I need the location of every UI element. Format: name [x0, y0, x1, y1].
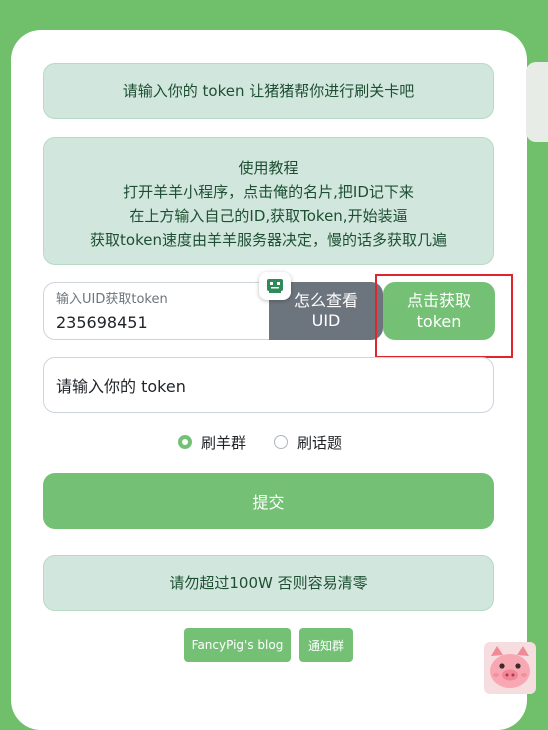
- tutorial-step-3: 获取token速度由羊羊服务器决定，慢的话多获取几遍: [90, 231, 447, 249]
- notify-group-button[interactable]: 通知群: [299, 628, 353, 662]
- token-input[interactable]: 请输入你的 token: [43, 357, 494, 413]
- robot-icon[interactable]: [259, 272, 291, 300]
- side-decoration: [526, 62, 548, 142]
- radio-topic[interactable]: [274, 435, 289, 449]
- uid-input-group: 输入UID获取token 235698451 怎么查看 UID: [43, 282, 383, 340]
- token-input-placeholder: 请输入你的 token: [56, 377, 186, 396]
- top-notice: 请输入你的 token 让猪猪帮你进行刷关卡吧: [43, 63, 494, 119]
- mode-radio-group: 刷羊群 刷话题: [178, 432, 342, 452]
- pig-mascot-icon[interactable]: [484, 642, 536, 694]
- tutorial-title: 使用教程: [238, 159, 299, 177]
- tutorial-notice: 使用教程 打开羊羊小程序，点击俺的名片,把ID记下来 在上方输入自己的ID,获取…: [43, 137, 494, 265]
- tutorial-step-1: 打开羊羊小程序，点击俺的名片,把ID记下来: [123, 183, 414, 201]
- get-token-line2: token: [416, 312, 462, 331]
- how-to-view-uid-line2: UID: [311, 311, 341, 330]
- uid-field-label: 输入UID获取token: [56, 292, 168, 307]
- uid-field-value: 235698451: [56, 313, 148, 332]
- tutorial-step-2: 在上方输入自己的ID,获取Token,开始装逼: [129, 207, 408, 225]
- radio-sheep-group-label[interactable]: 刷羊群: [201, 432, 246, 453]
- radio-sheep-group[interactable]: [178, 435, 192, 449]
- submit-button[interactable]: 提交: [43, 473, 494, 529]
- get-token-line1: 点击获取: [406, 291, 471, 310]
- blog-link-button[interactable]: FancyPig's blog: [184, 628, 291, 662]
- radio-topic-label[interactable]: 刷话题: [297, 432, 342, 453]
- uid-field[interactable]: 输入UID获取token 235698451: [43, 282, 269, 340]
- warning-notice: 请勿超过100W 否则容易清零: [43, 555, 494, 611]
- get-token-button[interactable]: 点击获取 token: [383, 282, 495, 340]
